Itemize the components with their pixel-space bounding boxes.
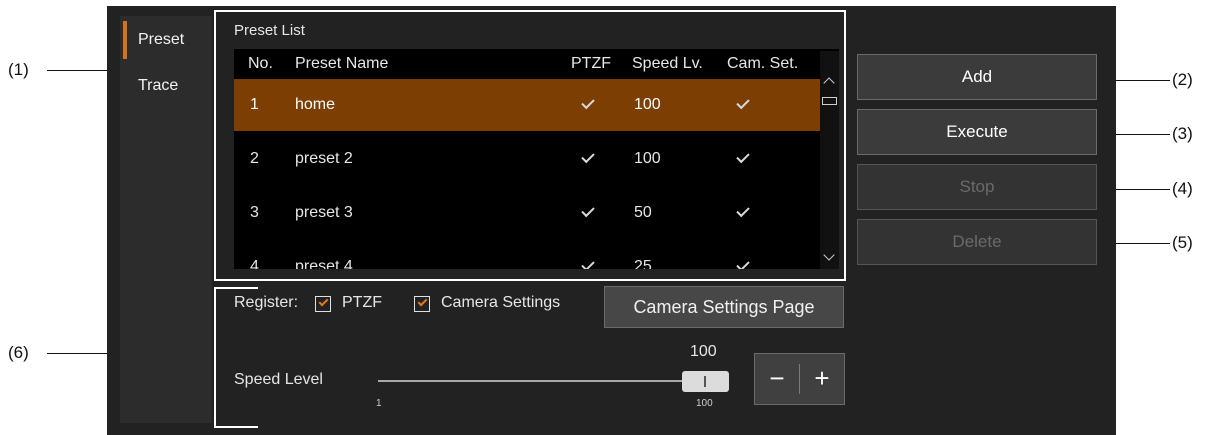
sidebar-item-preset[interactable]: Preset: [120, 19, 212, 61]
checkmark-icon: [318, 296, 329, 307]
speed-level-value: 100: [690, 343, 717, 360]
slider-min-label: 1: [376, 398, 382, 409]
checkmark-icon: [417, 296, 428, 307]
increment-button[interactable]: +: [800, 354, 844, 404]
camera-settings-page-button[interactable]: Camera Settings Page: [604, 286, 844, 328]
sidebar-item-label: Trace: [138, 77, 179, 94]
camera-settings-checkbox[interactable]: [414, 296, 430, 312]
sidebar-item-trace[interactable]: Trace: [120, 65, 212, 107]
speed-level-label: Speed Level: [234, 371, 323, 388]
stop-button[interactable]: Stop: [857, 164, 1097, 210]
camera-settings-checkbox-label[interactable]: Camera Settings: [441, 294, 560, 312]
ptzf-checkbox[interactable]: [315, 296, 331, 312]
callout-2-label: (2): [1172, 70, 1193, 89]
callout-6-label: (6): [8, 343, 29, 362]
register-label: Register:: [234, 294, 299, 311]
delete-button[interactable]: Delete: [857, 219, 1097, 265]
active-indicator: [123, 21, 127, 59]
ptzf-checkbox-label[interactable]: PTZF: [342, 294, 382, 312]
slider-max-label: 100: [696, 398, 713, 409]
callout-3-label: (3): [1172, 124, 1193, 143]
sidebar-item-label: Preset: [138, 31, 185, 48]
speed-stepper: − +: [754, 353, 845, 405]
decrement-button[interactable]: −: [755, 354, 799, 404]
add-button[interactable]: Add: [857, 54, 1097, 100]
callout-1-label: (1): [8, 60, 29, 79]
sidebar: Preset Trace: [120, 16, 212, 423]
execute-button[interactable]: Execute: [857, 109, 1097, 155]
speed-slider-track[interactable]: [378, 380, 703, 382]
speed-slider-thumb[interactable]: [682, 371, 729, 392]
callout-1-highlight: [214, 10, 846, 281]
callout-4-label: (4): [1172, 179, 1193, 198]
callout-5-label: (5): [1172, 233, 1193, 252]
